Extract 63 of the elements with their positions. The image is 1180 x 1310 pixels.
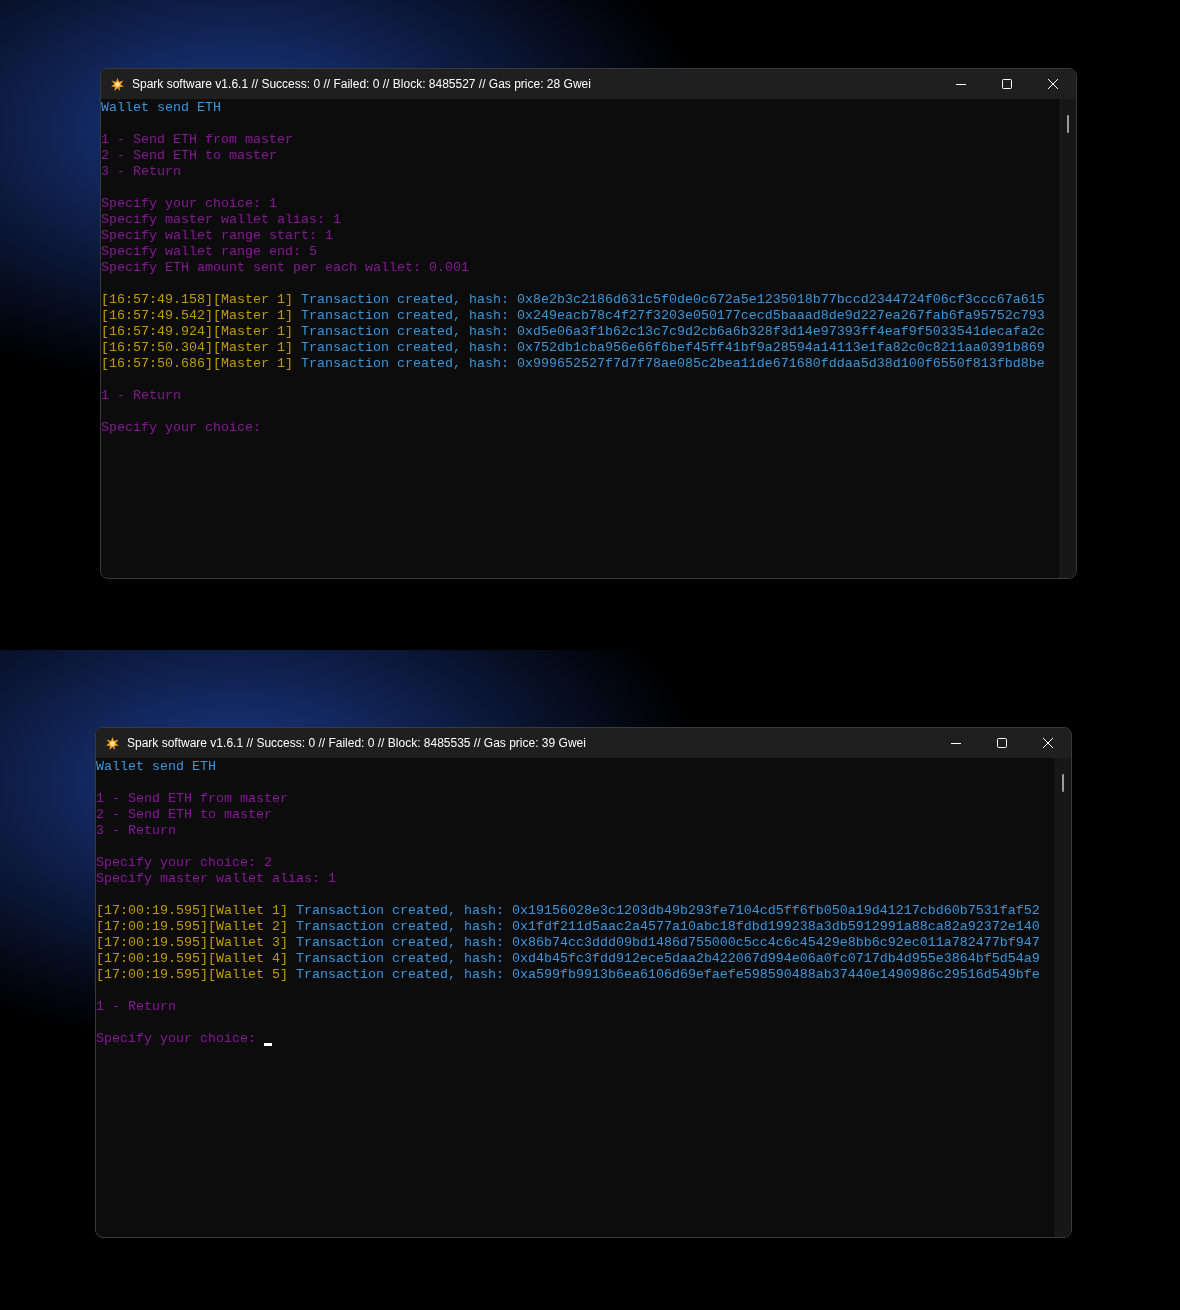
window-title: Spark software v1.6.1 // Success: 0 // Failed: 0 // Block: 8485535 // Gas price: 39 Gwei — [127, 735, 586, 752]
log-source: [Master 1] — [213, 308, 293, 324]
console-line: Specify ETH amount sent per each wallet: 0.001 — [101, 260, 469, 276]
log-message: Transaction created, hash: 0x86b74cc3ddd09bd1486d755000c5cc4c6c45429e8bb6c92ec011a782477bf947 — [295, 935, 1040, 951]
scrollbar[interactable] — [1054, 758, 1071, 1237]
log-source: [Wallet 5] — [208, 967, 288, 983]
console-line: 1 - Return — [96, 999, 176, 1015]
minimize-icon — [956, 83, 966, 85]
log-source: [Master 1] — [213, 340, 293, 356]
log-source: [Master 1] — [213, 324, 293, 340]
maximize-icon — [997, 738, 1007, 748]
console-line: Specify your choice: — [101, 420, 261, 436]
console-line: 1 - Send ETH from master — [101, 132, 293, 148]
log-source: [Wallet 3] — [208, 935, 288, 951]
log-message: Transaction created, hash: 0x752db1cba956e66f6bef45ff41bf9a28594a14113e1fa82c0c8211aa0391b869 — [300, 340, 1045, 356]
console-line: 3 - Return — [101, 164, 181, 180]
console-line: 1 - Return — [101, 388, 181, 404]
log-source: [Wallet 1] — [208, 903, 288, 919]
log-message: Transaction created, hash: 0x999652527f7d7f78ae085c2bea11de671680fddaa5d38d100f6550f813fbd8be — [300, 356, 1045, 372]
scrollbar-thumb[interactable] — [1061, 774, 1064, 792]
log-timestamp: [16:57:49.924] — [101, 324, 213, 340]
minimize-icon — [951, 742, 961, 744]
scrollbar[interactable] — [1059, 99, 1076, 578]
console-heading: Wallet send ETH — [101, 100, 221, 115]
log-message: Transaction created, hash: 0x19156028e3c1203db49b293fe7104cd5ff6fb050a19d41217cbd60b7531faf52 — [295, 903, 1040, 919]
log-message: Transaction created, hash: 0x249eacb78c4f27f3203e050177cecd5baaad8de9d227ea267fab6fa95752c793 — [300, 308, 1045, 324]
log-timestamp: [17:00:19.595] — [96, 903, 208, 919]
console-line: Specify your choice: — [96, 1031, 256, 1047]
log-timestamp: [16:57:49.158] — [101, 292, 213, 308]
console-line: 2 - Send ETH to master — [101, 148, 277, 164]
scrollbar-thumb[interactable] — [1066, 115, 1069, 133]
log-message: Transaction created, hash: 0xa599fb9913b6ea6106d69efaefe598590488ab37440e1490986c29516d549bfe — [295, 967, 1040, 983]
close-icon — [1048, 79, 1058, 89]
log-source: [Master 1] — [213, 292, 293, 308]
app-spark-icon — [106, 736, 119, 750]
log-source: [Wallet 2] — [208, 919, 288, 935]
console-heading: Wallet send ETH — [96, 759, 216, 774]
log-timestamp: [17:00:19.595] — [96, 967, 208, 983]
console-line: Specify your choice: 2 — [96, 855, 272, 871]
console-line: Specify your choice: 1 — [101, 196, 277, 212]
log-message: Transaction created, hash: 0xd5e06a3f1b62c13c7c9d2cb6a6b328f3d14e97393ff4eaf9f5033541decafa2c — [300, 324, 1045, 340]
console-line: Specify wallet range end: 5 — [101, 244, 317, 260]
log-message: Transaction created, hash: 0x1fdf211d5aac2a4577a10abc18fdbd199238a3db5912991a88ca82a92372e140 — [295, 919, 1040, 935]
log-source: [Master 1] — [213, 356, 293, 372]
log-timestamp: [17:00:19.595] — [96, 935, 208, 951]
log-message: Transaction created, hash: 0xd4b45fc3fdd912ece5daa2b422067d994e06a0fc0717db4d955e3864bf5d54a9 — [295, 951, 1040, 967]
maximize-icon — [1002, 79, 1012, 89]
close-icon — [1043, 738, 1053, 748]
app-spark-icon — [111, 77, 124, 91]
log-timestamp: [17:00:19.595] — [96, 951, 208, 967]
window-title: Spark software v1.6.1 // Success: 0 // Failed: 0 // Block: 8485527 // Gas price: 28 Gwei — [132, 76, 591, 93]
console-line: Specify master wallet alias: 1 — [101, 212, 341, 228]
console-line: Specify wallet range start: 1 — [101, 228, 333, 244]
log-timestamp: [17:00:19.595] — [96, 919, 208, 935]
console-line: Specify master wallet alias: 1 — [96, 871, 336, 887]
log-timestamp: [16:57:49.542] — [101, 308, 213, 324]
console-line: 2 - Send ETH to master — [96, 807, 272, 823]
log-timestamp: [16:57:50.304] — [101, 340, 213, 356]
log-timestamp: [16:57:50.686] — [101, 356, 213, 372]
console-line: 1 - Send ETH from master — [96, 791, 288, 807]
log-message: Transaction created, hash: 0x8e2b3c2186d631c5f0de0c672a5e1235018b77bccd2344724f06cf3ccc67a615 — [300, 292, 1045, 308]
console-line: 3 - Return — [96, 823, 176, 839]
log-source: [Wallet 4] — [208, 951, 288, 967]
